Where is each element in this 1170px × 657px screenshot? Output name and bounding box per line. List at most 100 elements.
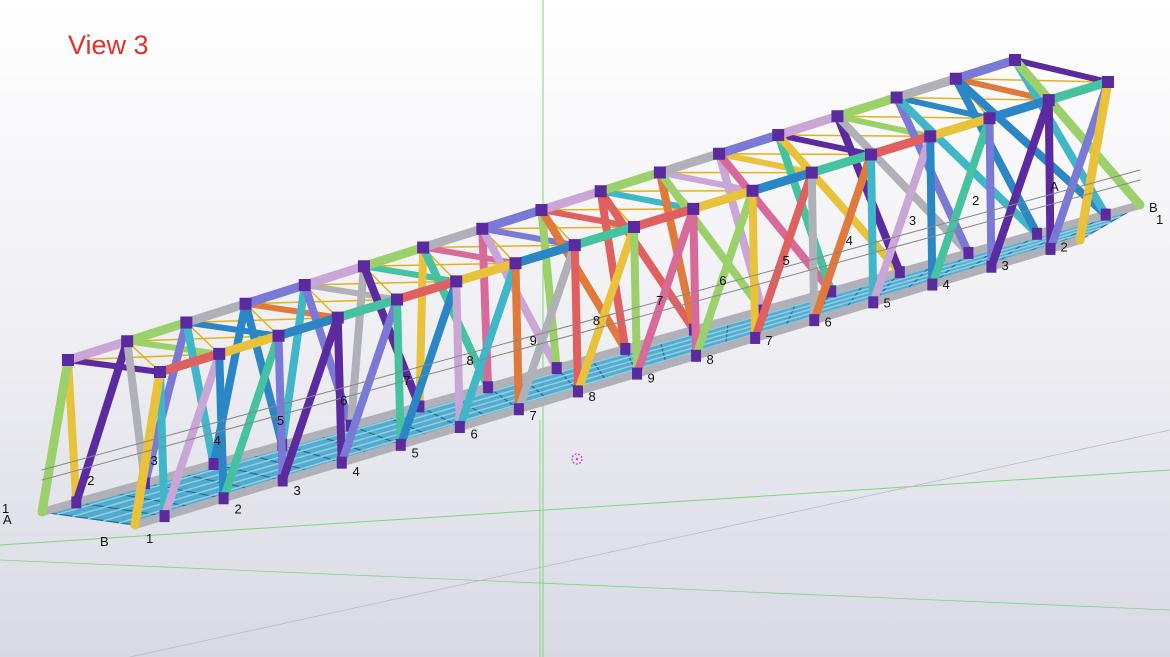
front-truss-gusset [691, 349, 702, 362]
grid-label-front: 8 [707, 352, 714, 367]
back-truss-top-chord-segment [773, 111, 842, 140]
back-truss-top-chord-segment [122, 318, 191, 346]
front-truss-diagonal [807, 168, 819, 325]
back-truss-gusset [121, 335, 134, 348]
grid-label-deck: 3 [150, 453, 157, 468]
grid-label-front: 9 [648, 371, 655, 386]
grid-label-front: 6 [471, 427, 478, 442]
back-truss-top-chord-segment [714, 130, 783, 159]
front-truss-gusset [924, 130, 937, 143]
front-truss-gusset [509, 257, 522, 270]
front-truss-gusset [1042, 94, 1055, 107]
front-truss-diagonal [215, 349, 228, 503]
front-truss-diagonal [570, 241, 582, 396]
front-truss-diagonal [630, 223, 642, 378]
back-truss-top-chord-segment [181, 299, 251, 327]
front-truss-gusset [391, 293, 403, 306]
back-truss-gusset [949, 72, 962, 85]
grid-label-front: 4 [943, 277, 950, 292]
back-truss-gusset [180, 316, 193, 329]
grid-label-right: 1 [1156, 212, 1163, 227]
back-truss-gusset [1009, 54, 1021, 66]
grid-label-left: B [100, 534, 109, 549]
back-truss-gusset [483, 381, 494, 394]
front-truss-gusset [454, 421, 465, 434]
grid-label-deck: 2 [972, 193, 979, 208]
front-truss-gusset [865, 148, 877, 161]
back-truss-top-chord-segment [477, 205, 546, 234]
back-truss-gusset [298, 279, 311, 291]
top-strut [124, 338, 223, 357]
deck-rail [103, 227, 1101, 522]
grid-label-deck: 5 [782, 253, 789, 268]
front-truss-gusset [513, 403, 524, 416]
front-truss-gusset [218, 492, 229, 505]
guide-wire [41, 179, 1141, 481]
back-truss-top-chord-segment [418, 224, 487, 252]
grid-label-front: 7 [530, 408, 537, 423]
back-truss-top-chord-segment [951, 55, 1020, 84]
back-truss-top-chord-segment [655, 149, 724, 177]
top-strut [301, 282, 400, 303]
back-truss-gusset [713, 147, 726, 160]
crosshair-cursor-icon [571, 453, 583, 465]
model-viewport[interactable]: View 3 1AB1AB123456789876543223456789876… [0, 0, 1170, 657]
front-truss-diagonal [985, 114, 996, 271]
front-truss-gusset [1045, 242, 1056, 255]
back-truss-gusset [535, 204, 548, 216]
grid-label-front: 8 [589, 389, 596, 404]
grid-line-floor [0, 559, 1170, 611]
front-truss-diagonal [452, 277, 464, 432]
back-truss-gusset [894, 266, 905, 279]
grid-label-deck: 8 [593, 313, 600, 328]
grid-label-deck: 4 [846, 233, 853, 248]
front-truss-diagonal [274, 331, 287, 485]
back-truss-gusset [1100, 208, 1111, 221]
back-truss-gusset [551, 362, 562, 375]
back-truss-top-chord-segment [241, 280, 310, 309]
front-truss-gusset [272, 329, 285, 342]
back-truss-gusset [1032, 227, 1043, 240]
front-truss-gusset [809, 314, 820, 327]
front-truss-gusset [572, 385, 583, 398]
front-truss-gusset [336, 456, 347, 469]
back-truss-gusset [62, 354, 74, 366]
back-truss-gusset [417, 241, 430, 254]
back-truss-gusset [71, 496, 82, 509]
grid-label-left: A [3, 512, 12, 527]
grid-label-deck: 7 [403, 373, 410, 388]
grid-label-deck: 6 [340, 393, 347, 408]
front-truss-gusset [395, 438, 406, 451]
front-truss-gusset [331, 311, 344, 324]
grid-label-right: A [1050, 179, 1059, 194]
front-truss-diagonal [867, 150, 878, 307]
back-truss-gusset [208, 458, 219, 471]
front-truss-gusset [1102, 76, 1114, 88]
front-truss-gusset [746, 184, 759, 197]
deck-rail [87, 221, 1111, 520]
bridge-truss-model[interactable]: 1AB 1AB1234567898765432234567898765432 [0, 0, 1170, 657]
grid-label-deck: 4 [214, 433, 221, 448]
back-truss-diagonal [64, 356, 81, 507]
grid-label-deck: 6 [719, 273, 726, 288]
back-truss-gusset [831, 110, 844, 123]
grid-label-front: 6 [825, 314, 832, 329]
grid-label-front: 3 [1002, 258, 1009, 273]
grid-label-front: 2 [1061, 239, 1068, 254]
front-truss-gusset [983, 112, 996, 125]
grid-label-front: 7 [766, 333, 773, 348]
back-truss-gusset [963, 246, 974, 259]
top-strut [360, 263, 460, 285]
front-truss-gusset [750, 331, 761, 344]
back-truss-top-chord-segment [537, 186, 606, 215]
back-truss-end-post [37, 355, 73, 517]
grid-label-front: 5 [412, 445, 419, 460]
grid-label-front: 5 [884, 296, 891, 311]
back-truss-top-chord-segment [832, 93, 902, 121]
front-truss-diagonal [1044, 96, 1055, 253]
front-truss-diagonal [333, 313, 346, 467]
front-truss-gusset [213, 347, 226, 360]
front-truss-diagonal [689, 204, 701, 360]
grid-label-front: 2 [235, 502, 242, 517]
grid-label-deck: 3 [909, 213, 916, 228]
